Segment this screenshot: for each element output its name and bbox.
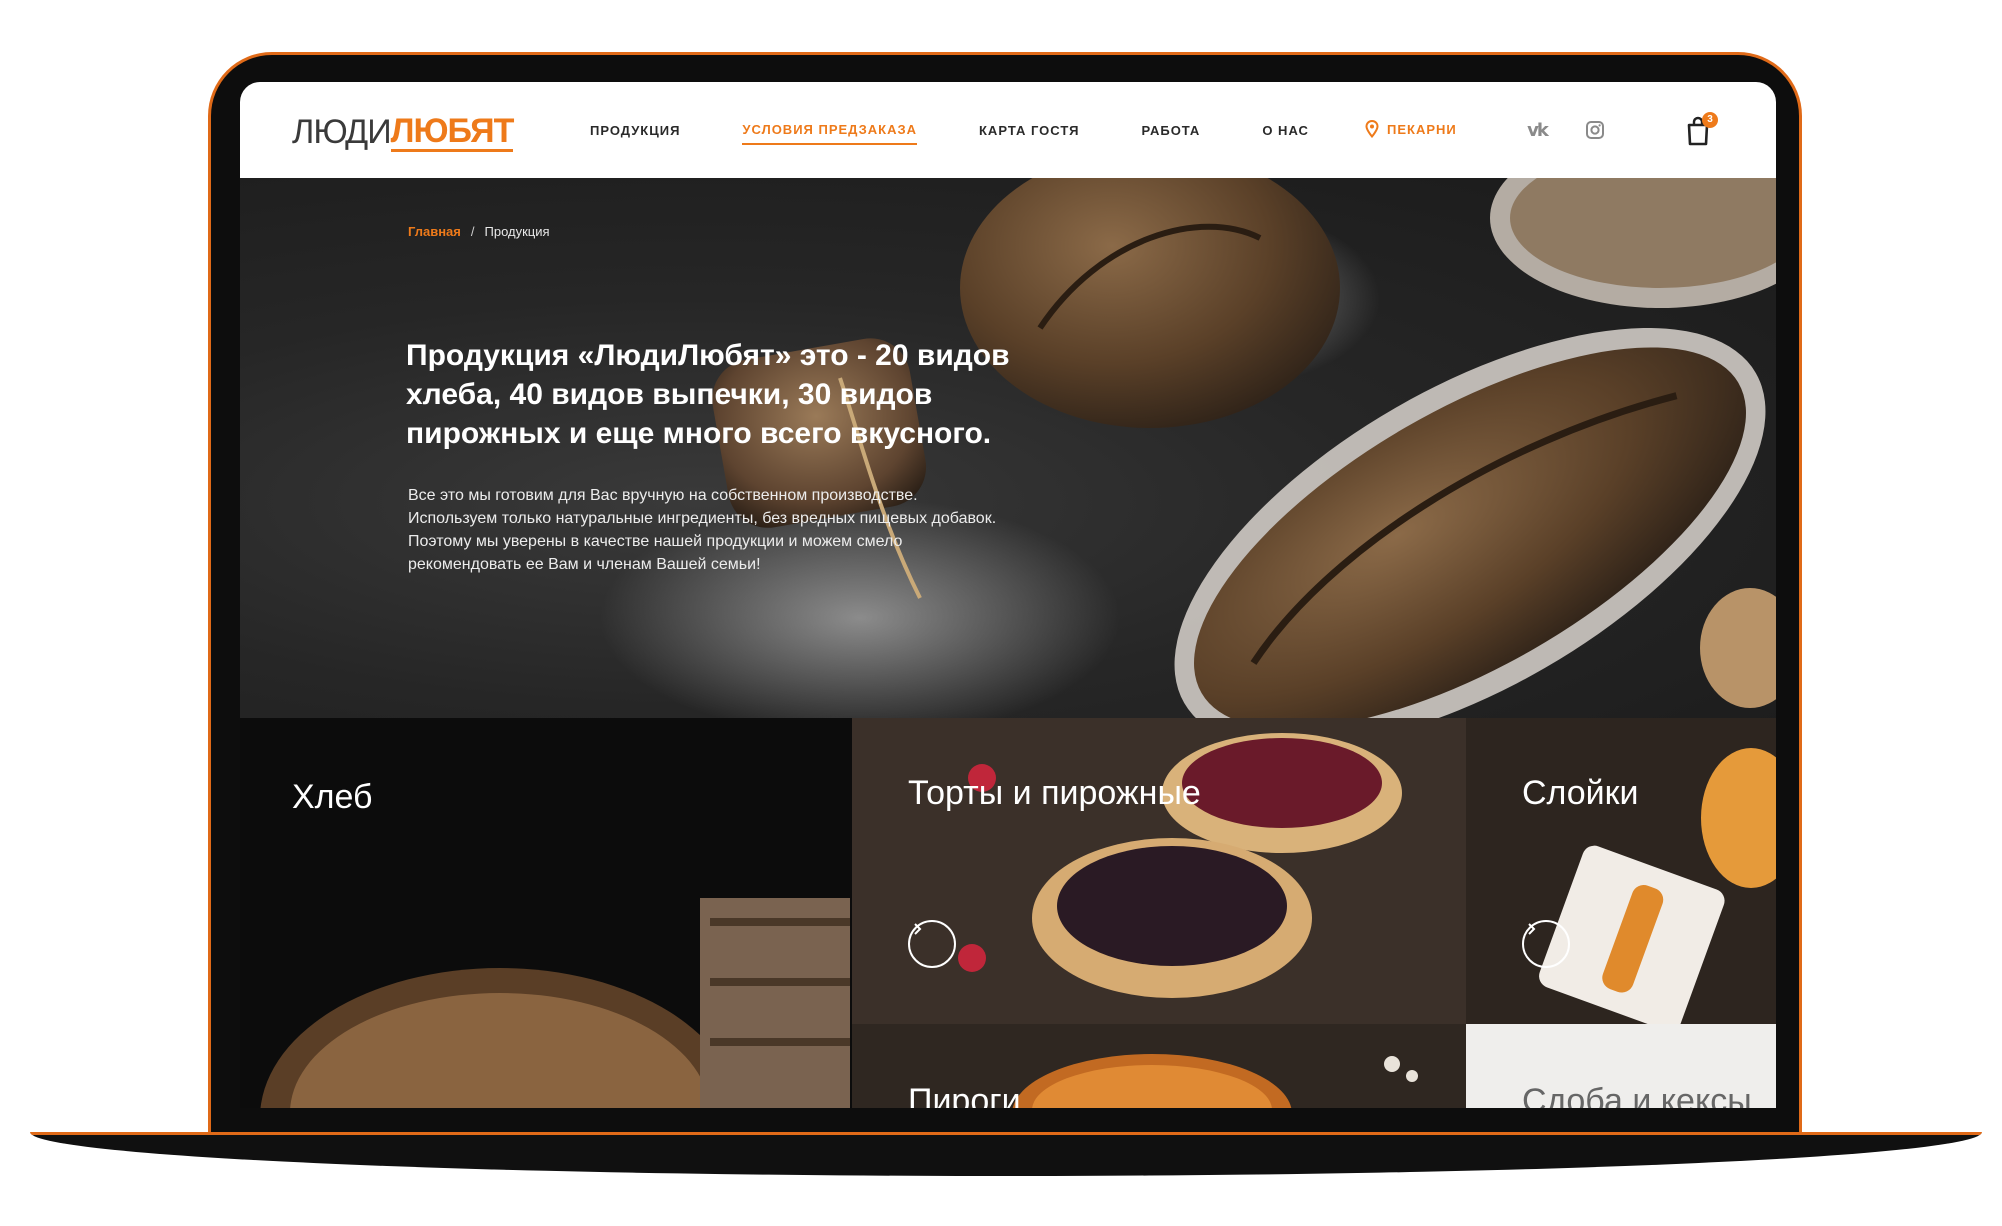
bakeries-link[interactable]: ПЕКАРНИ [1365,120,1457,138]
category-label-puffs: Слойки [1522,774,1639,812]
breadcrumb-home[interactable]: Главная [408,224,461,239]
hero-section: Главная / Продукция Продукция «ЛюдиЛюбят… [240,178,1776,718]
breadcrumb-current: Продукция [484,224,550,239]
category-tile-muffins[interactable]: Сдоба и кексы [1466,1024,1776,1108]
hero-title: Продукция «ЛюдиЛюбят» это - 20 видов хле… [406,339,1010,450]
category-tile-puffs[interactable]: Слойки [1466,718,1776,1024]
category-tile-bread[interactable]: Хлеб [240,718,852,1108]
breadcrumb-separator: / [470,224,475,239]
site-header: ЛЮДИ ЛЮБЯТ ПРОДУКЦИЯ УСЛОВИЯ ПРЕДЗАКАЗА К… [240,82,1776,178]
category-label-cakes: Торты и пирожные [908,774,1201,812]
category-label-bread: Хлеб [292,778,373,816]
main-nav: ПРОДУКЦИЯ УСЛОВИЯ ПРЕДЗАКАЗА КАРТА ГОСТЯ… [590,82,1371,178]
puffs-image [1466,718,1776,1024]
bread-image [260,898,850,1108]
puffs-arrow-button[interactable] [1522,920,1570,968]
instagram-icon[interactable] [1582,120,1608,140]
arrow-right-icon [914,923,922,935]
nav-item-jobs[interactable]: РАБОТА [1141,117,1200,144]
nav-item-guest-card[interactable]: КАРТА ГОСТЯ [979,117,1079,144]
nav-item-about[interactable]: О НАС [1262,117,1309,144]
site-logo[interactable]: ЛЮДИ ЛЮБЯТ [292,108,514,152]
category-label-pies: Пироги [908,1082,1021,1108]
nav-item-preorder[interactable]: УСЛОВИЯ ПРЕДЗАКАЗА [742,116,917,145]
laptop-base [30,1132,1982,1176]
laptop-screen: ЛЮДИ ЛЮБЯТ ПРОДУКЦИЯ УСЛОВИЯ ПРЕДЗАКАЗА К… [240,82,1776,1108]
cart-count-badge: 3 [1702,112,1718,128]
nav-item-products[interactable]: ПРОДУКЦИЯ [590,117,680,144]
arrow-right-icon [1528,923,1536,935]
logo-part-2: ЛЮБЯТ [390,112,514,152]
hero-description: Все это мы готовим для Вас вручную на со… [408,487,997,573]
category-tile-cakes[interactable]: Торты и пирожные [852,718,1466,1024]
vk-icon[interactable]: vk [1524,120,1550,141]
cakes-arrow-button[interactable] [908,920,956,968]
category-tile-pies[interactable]: Пироги [852,1024,1466,1108]
pin-icon [1365,120,1379,138]
category-label-muffins: Сдоба и кексы [1522,1082,1752,1108]
cakes-image [852,718,1466,1024]
bakeries-label: ПЕКАРНИ [1387,121,1457,137]
breadcrumb: Главная / Продукция [408,224,550,239]
logo-part-1: ЛЮДИ [292,113,392,151]
